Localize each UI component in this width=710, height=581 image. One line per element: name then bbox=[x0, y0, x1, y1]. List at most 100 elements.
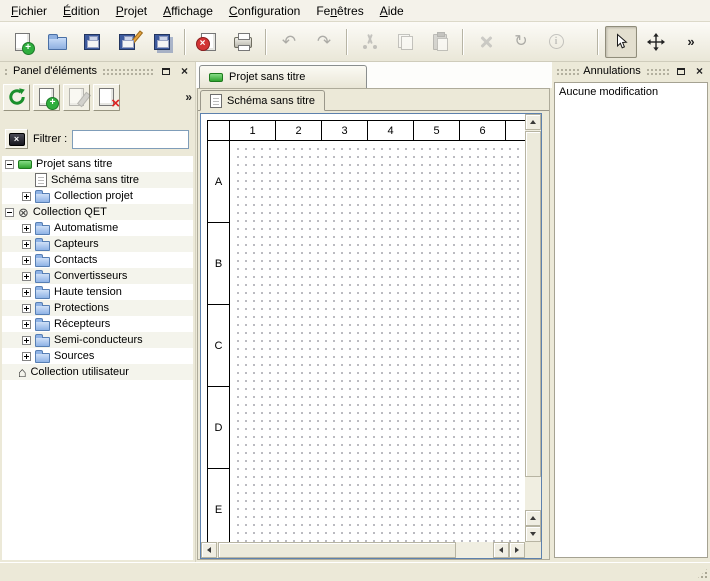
tab-project[interactable]: Projet sans titre bbox=[199, 65, 367, 88]
undo-history-list[interactable]: Aucune modification bbox=[554, 82, 708, 558]
select-mode-button[interactable] bbox=[605, 26, 637, 58]
expander-minus-icon[interactable] bbox=[5, 208, 14, 217]
expander-plus-icon[interactable] bbox=[22, 352, 31, 361]
scroll-left-button[interactable] bbox=[201, 542, 217, 558]
expander-plus-icon[interactable] bbox=[22, 192, 31, 201]
tree-item-projet-sans-titre[interactable]: Projet sans titre bbox=[2, 156, 193, 172]
pan-mode-button[interactable] bbox=[640, 26, 672, 58]
toolbar-overflow-button[interactable]: » bbox=[675, 26, 707, 58]
resize-grip-icon[interactable] bbox=[696, 567, 709, 580]
tree-item-convertisseurs[interactable]: Convertisseurs bbox=[2, 268, 193, 284]
undo-panel-titlebar[interactable]: Annulations × bbox=[552, 62, 710, 80]
folder-icon bbox=[35, 225, 50, 235]
float-panel-button[interactable] bbox=[158, 64, 173, 78]
arrow-down-icon bbox=[530, 532, 536, 536]
save-all-button[interactable] bbox=[146, 26, 178, 58]
folder-icon bbox=[35, 273, 50, 283]
schema-sheet: 123456 ABCDE bbox=[207, 120, 525, 542]
new-project-button[interactable] bbox=[6, 26, 38, 58]
save-project-button[interactable] bbox=[76, 26, 108, 58]
menu-affichage[interactable]: Affichage bbox=[155, 0, 221, 21]
undo-icon: ↶ bbox=[282, 33, 296, 50]
undo-button[interactable]: ↶ bbox=[273, 26, 305, 58]
tree-item-collection-qet[interactable]: ⊗Collection QET bbox=[2, 204, 193, 220]
element-tree[interactable]: Projet sans titreSchéma sans titreCollec… bbox=[2, 156, 193, 560]
menu-label-part: ffichage bbox=[171, 4, 213, 18]
refresh-icon bbox=[7, 87, 27, 107]
menu-fenetres[interactable]: Fenêtres bbox=[308, 0, 371, 21]
delete-button[interactable] bbox=[470, 26, 502, 58]
tree-item-contacts[interactable]: Contacts bbox=[2, 252, 193, 268]
tree-item-automatisme[interactable]: Automatisme bbox=[2, 220, 193, 236]
scroll-up-button[interactable] bbox=[525, 114, 541, 130]
cut-button[interactable] bbox=[354, 26, 386, 58]
float-panel-button[interactable] bbox=[673, 64, 688, 78]
open-project-button[interactable] bbox=[41, 26, 73, 58]
menu-label-part: onfiguration bbox=[238, 4, 301, 18]
scroll-down-button[interactable] bbox=[525, 526, 541, 542]
expander-plus-icon[interactable] bbox=[22, 288, 31, 297]
reload-collections-button[interactable] bbox=[3, 84, 30, 111]
dock-handle-icon bbox=[555, 67, 579, 75]
project-icon bbox=[209, 73, 223, 82]
vertical-scroll-thumb[interactable] bbox=[525, 131, 541, 477]
tree-item-collection-projet[interactable]: Collection projet bbox=[2, 188, 193, 204]
expander-plus-icon[interactable] bbox=[22, 336, 31, 345]
expander-plus-icon[interactable] bbox=[22, 240, 31, 249]
vertical-scrollbar[interactable] bbox=[525, 114, 541, 542]
expander-plus-icon[interactable] bbox=[22, 272, 31, 281]
schema-canvas[interactable] bbox=[231, 142, 525, 542]
scroll-up-button-bottom[interactable] bbox=[525, 510, 541, 526]
edit-element-button[interactable] bbox=[63, 84, 90, 111]
project-tab-bar: Projet sans titre bbox=[196, 62, 552, 88]
redo-button[interactable]: ↷ bbox=[308, 26, 340, 58]
save-project-as-button[interactable] bbox=[111, 26, 143, 58]
filter-input[interactable] bbox=[72, 130, 189, 149]
scroll-right-button[interactable] bbox=[509, 542, 525, 558]
tree-item-protections[interactable]: Protections bbox=[2, 300, 193, 316]
horizontal-scroll-thumb[interactable] bbox=[218, 542, 456, 558]
paste-button[interactable] bbox=[424, 26, 456, 58]
rotate-button[interactable]: ↻ bbox=[505, 26, 537, 58]
copy-button[interactable] bbox=[389, 26, 421, 58]
scroll-left-button-right[interactable] bbox=[493, 542, 509, 558]
menu-fichier[interactable]: Fichier bbox=[3, 0, 55, 21]
tree-item-haute-tension[interactable]: Haute tension bbox=[2, 284, 193, 300]
close-panel-button[interactable]: × bbox=[692, 64, 707, 78]
horizontal-scrollbar[interactable] bbox=[201, 542, 525, 558]
folder-icon bbox=[35, 337, 50, 347]
expander-plus-icon[interactable] bbox=[22, 304, 31, 313]
menu-aide[interactable]: Aide bbox=[372, 0, 412, 21]
expander-plus-icon[interactable] bbox=[22, 256, 31, 265]
menu-configuration[interactable]: Configuration bbox=[221, 0, 308, 21]
undo-panel: Annulations × Aucune modification bbox=[552, 62, 710, 562]
print-button[interactable] bbox=[227, 26, 259, 58]
undo-panel-title: Annulations bbox=[583, 65, 641, 77]
close-icon: × bbox=[181, 65, 188, 77]
schema-tab-label: Schéma sans titre bbox=[227, 95, 315, 107]
dock-handle-icon bbox=[645, 67, 669, 75]
close-project-button[interactable] bbox=[192, 26, 224, 58]
expander-plus-icon[interactable] bbox=[22, 320, 31, 329]
expander-plus-icon[interactable] bbox=[22, 224, 31, 233]
tree-item-collection-utilisateur[interactable]: ⌂Collection utilisateur bbox=[2, 364, 193, 380]
scissor-handle-icon bbox=[373, 45, 377, 49]
close-panel-button[interactable]: × bbox=[177, 64, 192, 78]
column-header-2: 2 bbox=[276, 121, 322, 140]
tree-item-recepteurs[interactable]: Récepteurs bbox=[2, 316, 193, 332]
clear-filter-button[interactable] bbox=[5, 129, 28, 149]
tree-item-sources[interactable]: Sources bbox=[2, 348, 193, 364]
tree-item-semi-conducteurs[interactable]: Semi-conducteurs bbox=[2, 332, 193, 348]
tree-item-schema-sans-titre[interactable]: Schéma sans titre bbox=[2, 172, 193, 188]
tab-schema[interactable]: Schéma sans titre bbox=[200, 90, 325, 111]
tree-item-capteurs[interactable]: Capteurs bbox=[2, 236, 193, 252]
elements-panel-titlebar[interactable]: Panel d'éléments × bbox=[0, 62, 195, 80]
menu-projet[interactable]: Projet bbox=[108, 0, 155, 21]
expander-minus-icon[interactable] bbox=[5, 160, 14, 169]
new-element-button[interactable] bbox=[33, 84, 60, 111]
menu-edition[interactable]: Édition bbox=[55, 0, 108, 21]
panel-overflow-button[interactable]: » bbox=[185, 90, 192, 104]
conductor-info-button[interactable] bbox=[540, 26, 572, 58]
column-header-6: 6 bbox=[460, 121, 506, 140]
delete-element-button[interactable] bbox=[93, 84, 120, 111]
